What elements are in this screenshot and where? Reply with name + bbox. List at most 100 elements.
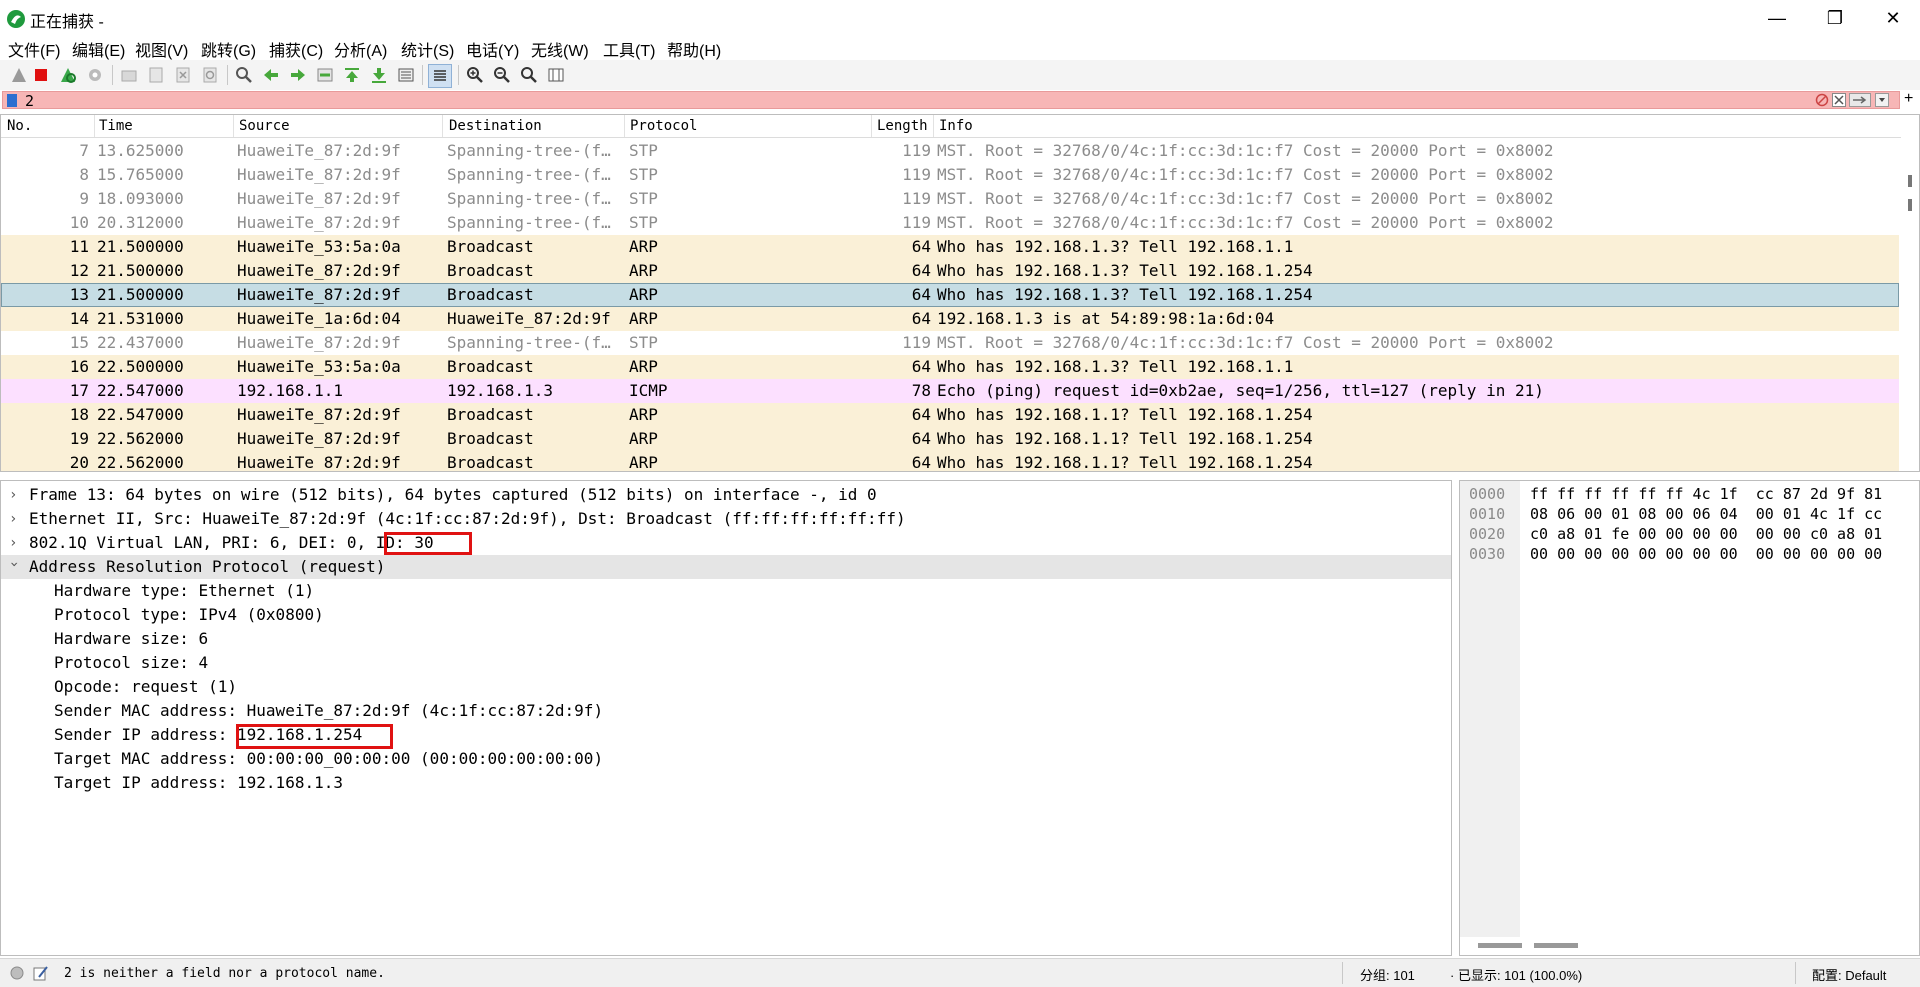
menu-capture[interactable]: 捕获(C): [269, 37, 323, 61]
menu-help[interactable]: 帮助(H): [667, 37, 721, 61]
arp-field[interactable]: Hardware type: Ethernet (1): [1, 579, 1451, 603]
close-button[interactable]: ✕: [1864, 0, 1920, 36]
packet-dst: Broadcast: [447, 429, 534, 448]
column-protocol[interactable]: Protocol: [630, 118, 697, 134]
stop-capture-icon[interactable]: [30, 64, 52, 86]
packet-row[interactable]: 7 13.625000 HuaweiTe_87:2d:9f Spanning-tree…: [1, 139, 1899, 163]
packet-row[interactable]: 20 22.562000 HuaweiTe_87:2d:9f Broadcast ARP…: [1, 451, 1899, 471]
close-file-icon[interactable]: [172, 64, 194, 86]
packet-src: HuaweiTe_87:2d:9f: [237, 141, 401, 160]
go-back-icon[interactable]: [260, 64, 282, 86]
column-time[interactable]: Time: [99, 118, 133, 134]
packet-number: 9: [79, 189, 89, 208]
arp-field[interactable]: Target IP address: 192.168.1.3: [1, 771, 1451, 795]
arp-field[interactable]: Hardware size: 6: [1, 627, 1451, 651]
hex-bytes-line[interactable]: c0 a8 01 fe 00 00 00 00 00 00 c0 a8 01: [1530, 525, 1882, 543]
expand-chevron-icon[interactable]: ›: [9, 483, 23, 507]
capture-comment-icon[interactable]: [33, 965, 49, 981]
capture-options-icon[interactable]: [84, 64, 106, 86]
packet-row[interactable]: 17 22.547000 192.168.1.1 192.168.1.3 ICMP Ech…: [1, 379, 1899, 403]
packet-row[interactable]: 10 20.312000 HuaweiTe_87:2d:9f Spanning-tre…: [1, 211, 1899, 235]
menu-edit[interactable]: 编辑(E): [72, 37, 125, 61]
colorize-icon[interactable]: [428, 64, 452, 88]
tree-item-vlan[interactable]: › 802.1Q Virtual LAN, PRI: 6, DEI: 0, ID…: [1, 531, 1451, 555]
filter-text: 2: [25, 92, 35, 110]
column-info[interactable]: Info: [939, 118, 973, 134]
collapse-chevron-icon[interactable]: ›: [2, 560, 26, 574]
minimize-button[interactable]: —: [1748, 0, 1806, 36]
expand-chevron-icon[interactable]: ›: [9, 531, 23, 555]
column-destination[interactable]: Destination: [449, 118, 542, 134]
packet-list-scrollbar[interactable]: [1901, 137, 1919, 471]
packet-row[interactable]: 12 21.500000 HuaweiTe_87:2d:9f Broadcast ARP…: [1, 259, 1899, 283]
column-no[interactable]: No.: [7, 118, 32, 134]
packet-row[interactable]: 18 22.547000 HuaweiTe_87:2d:9f Broadcast ARP…: [1, 403, 1899, 427]
arp-field[interactable]: Sender IP address: 192.168.1.254: [1, 723, 1451, 747]
display-filter-input[interactable]: 2: [2, 91, 1900, 110]
filter-history-dropdown-icon[interactable]: [1875, 93, 1889, 107]
column-length[interactable]: Length: [877, 118, 928, 134]
clear-filter-icon[interactable]: [1815, 93, 1829, 107]
go-to-packet-icon[interactable]: [314, 64, 336, 86]
hex-bytes-line[interactable]: ff ff ff ff ff ff 4c 1f cc 87 2d 9f 81: [1530, 485, 1882, 503]
packet-row[interactable]: 8 15.765000 HuaweiTe_87:2d:9f Spanning-tree…: [1, 163, 1899, 187]
restart-capture-icon[interactable]: [57, 64, 79, 86]
open-file-icon[interactable]: [118, 64, 140, 86]
arp-field[interactable]: Protocol size: 4: [1, 651, 1451, 675]
hex-bytes-line[interactable]: 08 06 00 01 08 00 06 04 00 01 4c 1f cc: [1530, 505, 1882, 523]
resize-columns-icon[interactable]: [545, 64, 567, 86]
packet-src: HuaweiTe_87:2d:9f: [237, 189, 401, 208]
expert-info-icon[interactable]: [10, 966, 24, 980]
arp-field[interactable]: Sender MAC address: HuaweiTe_87:2d:9f (4…: [1, 699, 1451, 723]
save-file-icon[interactable]: [145, 64, 167, 86]
reload-file-icon[interactable]: [199, 64, 221, 86]
packet-row[interactable]: 16 22.500000 HuaweiTe_53:5a:0a Broadcast ARP…: [1, 355, 1899, 379]
auto-scroll-icon[interactable]: [395, 64, 417, 86]
packet-dst: Spanning-tree-(f…: [447, 165, 611, 184]
target-mac-address: Target MAC address: 00:00:00_00:00:00 (0…: [54, 749, 604, 768]
filter-bookmark-icon[interactable]: [7, 94, 17, 107]
arp-field[interactable]: Target MAC address: 00:00:00_00:00:00 (0…: [1, 747, 1451, 771]
apply-filter-icon[interactable]: [1849, 93, 1871, 107]
tree-item-arp[interactable]: › Address Resolution Protocol (request): [1, 555, 1451, 579]
close-filter-icon[interactable]: [1832, 93, 1846, 107]
zoom-out-icon[interactable]: [491, 64, 513, 86]
packet-row[interactable]: 19 22.562000 HuaweiTe_87:2d:9f Broadcast ARP…: [1, 427, 1899, 451]
menu-telephony[interactable]: 电话(Y): [466, 37, 519, 61]
hex-horizontal-scrollbar[interactable]: [1478, 943, 1588, 949]
packet-info: Who has 192.168.1.3? Tell 192.168.1.254: [937, 261, 1313, 280]
expand-chevron-icon[interactable]: ›: [9, 507, 23, 531]
add-filter-button-icon[interactable]: +: [1904, 90, 1913, 108]
packet-row[interactable]: 9 18.093000 HuaweiTe_87:2d:9f Spanning-tree…: [1, 187, 1899, 211]
packet-list: No. Time Source Destination Protocol Len…: [0, 114, 1920, 472]
zoom-normal-icon[interactable]: [518, 64, 540, 86]
arp-field[interactable]: Protocol type: IPv4 (0x0800): [1, 603, 1451, 627]
vlan-summary: 802.1Q Virtual LAN, PRI: 6, DEI: 0, ID: …: [29, 531, 434, 555]
packet-info: Who has 192.168.1.1? Tell 192.168.1.254: [937, 429, 1313, 448]
hex-bytes-line[interactable]: 00 00 00 00 00 00 00 00 00 00 00 00 00: [1530, 545, 1882, 563]
menu-view[interactable]: 视图(V): [135, 37, 188, 61]
packet-row[interactable]: 15 22.437000 HuaweiTe_87:2d:9f Spanning-tre…: [1, 331, 1899, 355]
go-first-icon[interactable]: [341, 64, 363, 86]
packet-row[interactable]: 14 21.531000 HuaweiTe_1a:6d:04 HuaweiTe_87:…: [1, 307, 1899, 331]
arp-field[interactable]: Opcode: request (1): [1, 675, 1451, 699]
menu-wireless[interactable]: 无线(W): [531, 37, 589, 61]
profile-indicator[interactable]: 配置: Default: [1812, 965, 1886, 984]
zoom-in-icon[interactable]: [464, 64, 486, 86]
menu-statistics[interactable]: 统计(S): [401, 37, 454, 61]
column-source[interactable]: Source: [239, 118, 290, 134]
packet-row[interactable]: 11 21.500000 HuaweiTe_53:5a:0a Broadcast ARP…: [1, 235, 1899, 259]
go-forward-icon[interactable]: [287, 64, 309, 86]
tree-item-frame[interactable]: › Frame 13: 64 bytes on wire (512 bits),…: [1, 483, 1451, 507]
tree-item-ethernet[interactable]: › Ethernet II, Src: HuaweiTe_87:2d:9f (4…: [1, 507, 1451, 531]
menu-go[interactable]: 跳转(G): [201, 37, 256, 61]
packet-row[interactable]: 13 21.500000 HuaweiTe_87:2d:9f Broadcast ARP…: [1, 283, 1899, 307]
shark-fin-start-icon[interactable]: [8, 64, 30, 86]
go-last-icon[interactable]: [368, 64, 390, 86]
packet-number: 10: [69, 213, 89, 232]
menu-analyze[interactable]: 分析(A): [334, 37, 387, 61]
menu-file[interactable]: 文件(F): [8, 37, 60, 61]
menu-tools[interactable]: 工具(T): [603, 37, 655, 61]
find-packet-icon[interactable]: [233, 64, 255, 86]
maximize-button[interactable]: ❐: [1806, 0, 1864, 36]
